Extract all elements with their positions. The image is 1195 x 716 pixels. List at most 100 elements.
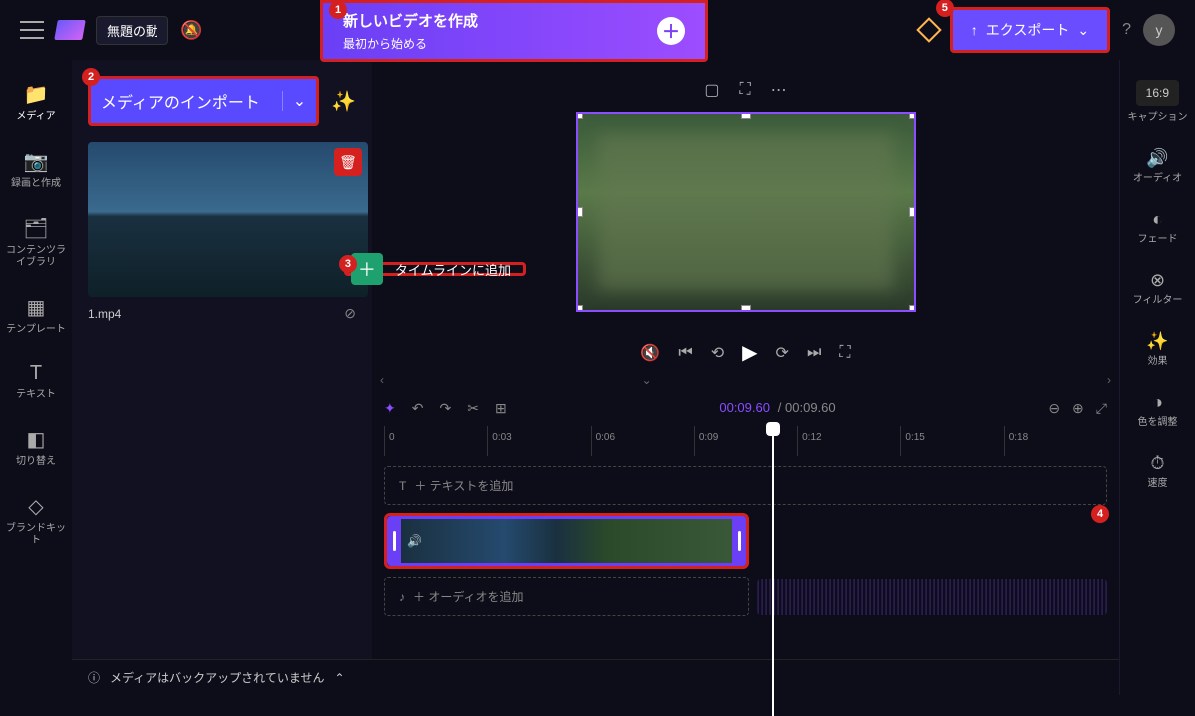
sidebar-label: テンプレート [6, 324, 66, 336]
annotation-4: 4 [1091, 505, 1109, 523]
chevron-down-icon: ⌄ [1077, 22, 1089, 39]
sidebar-item-media[interactable]: 📁メディア [0, 74, 72, 131]
resize-handle[interactable] [576, 112, 583, 119]
forward-5-icon[interactable]: ⟳ [776, 343, 789, 363]
zoom-in-icon[interactable]: ⊕ [1072, 400, 1084, 417]
undo-icon[interactable]: ↶ [412, 400, 424, 417]
export-button[interactable]: ↑ エクスポート ⌄ [950, 7, 1110, 53]
ruler-tick: 0 [384, 426, 487, 456]
sidebar-item-record[interactable]: 📷録画と作成 [0, 141, 72, 198]
fullscreen-icon[interactable]: ⛶ [839, 344, 850, 362]
premium-icon[interactable] [916, 17, 941, 42]
split-icon[interactable]: ✂ [467, 400, 479, 417]
resize-handle[interactable] [741, 305, 751, 312]
transitions-icon: ◧ [27, 427, 46, 452]
mute-icon[interactable]: 🔇 [640, 343, 660, 363]
help-icon[interactable]: ? [1122, 21, 1131, 39]
sidebar-label: 効果 [1148, 356, 1168, 368]
fit-icon[interactable]: ⛶ [735, 77, 754, 103]
resize-handle[interactable] [741, 112, 751, 119]
clip-trim-left[interactable] [387, 516, 401, 566]
sidebar-label: テキスト [16, 389, 56, 401]
play-button[interactable]: ▶ [742, 340, 757, 365]
sidebar-right: ㏄キャプション 🔊オーディオ ◐フェード ⊗フィルター ✨効果 ◑色を調整 ⏱速… [1119, 60, 1195, 695]
banner-plus-icon[interactable]: ＋ [657, 17, 685, 45]
sidebar-item-effects[interactable]: ✨効果 [1120, 323, 1195, 376]
text-icon: T [399, 479, 406, 493]
chevron-left-icon[interactable]: ‹ [380, 373, 384, 387]
magic-icon[interactable]: ✦ [384, 400, 396, 417]
audio-track-row: ♪ ＋ オーディオを追加 [384, 577, 1107, 616]
timeline-ruler[interactable]: 0 0:03 0:06 0:09 0:12 0:15 0:18 [372, 426, 1119, 456]
add-audio-track-button[interactable]: ♪ ＋ オーディオを追加 [384, 577, 749, 616]
user-avatar[interactable]: y [1143, 14, 1175, 46]
resize-handle[interactable] [576, 305, 583, 312]
prev-frame-icon[interactable]: ⏮ [678, 344, 692, 362]
ai-tools-icon[interactable]: ✨ [331, 89, 356, 114]
chevron-down-icon[interactable]: ⌄ [282, 91, 306, 111]
sidebar-item-transitions[interactable]: ◧ 切り替え [0, 419, 72, 476]
notifications-icon[interactable]: 🔕 [180, 20, 202, 41]
redo-icon[interactable]: ↷ [439, 400, 451, 417]
preview-canvas[interactable]: ↻ [576, 112, 916, 312]
ruler-tick: 0:12 [797, 426, 900, 456]
sidebar-item-templates[interactable]: ▦テンプレート [0, 287, 72, 344]
chevron-right-icon[interactable]: › [1107, 373, 1111, 387]
upload-icon: ↑ [971, 22, 978, 38]
sidebar-item-library[interactable]: 🗂コンテンツライブラリ [0, 208, 72, 277]
banner-title: 新しいビデオを作成 [343, 10, 478, 31]
aspect-ratio-badge[interactable]: 16:9 [1136, 80, 1179, 106]
sidebar-item-filters[interactable]: ⊗フィルター [1120, 262, 1195, 315]
next-frame-icon[interactable]: ⏭ [807, 344, 821, 362]
ruler-tick: 0:18 [1004, 426, 1107, 456]
add-clip-icon[interactable]: ⊞ [495, 400, 507, 417]
add-text-track-button[interactable]: T ＋ テキストを追加 [384, 466, 1107, 505]
create-video-banner[interactable]: 1 新しいビデオを作成 最初から始める ＋ [320, 0, 708, 62]
export-label: エクスポート [986, 20, 1070, 40]
timeline-time: 00:09.60 / 00:09.60 [719, 400, 835, 416]
resize-handle[interactable] [909, 207, 916, 217]
resize-handle[interactable] [576, 207, 583, 217]
more-icon[interactable]: ⋯ [767, 76, 791, 104]
music-icon: ♪ [399, 590, 405, 604]
add-text-label: ＋ テキストを追加 [414, 477, 513, 494]
import-media-button[interactable]: メディアのインポート ⌄ [88, 76, 319, 126]
folder-icon: 📁 [24, 82, 49, 107]
chevron-down-icon[interactable]: ⌄ [642, 373, 652, 387]
media-filename: 1.mp4 [88, 307, 121, 321]
sidebar-label: キャプション [1128, 112, 1188, 124]
check-icon: ⊘ [344, 305, 356, 322]
playhead[interactable] [772, 426, 774, 716]
menu-icon[interactable] [20, 21, 44, 39]
playback-controls: 🔇 ⏮ ⟲ ▶ ⟳ ⏭ ⛶ [640, 340, 850, 365]
sidebar-item-text[interactable]: Tテキスト [0, 354, 72, 409]
sidebar-label: 録画と作成 [11, 178, 61, 190]
media-thumbnail[interactable]: 🗑 3 ＋ タイムラインに追加 [88, 142, 368, 297]
sidebar-item-color[interactable]: ◑色を調整 [1120, 384, 1195, 437]
zoom-fit-icon[interactable]: ⤢ [1096, 400, 1107, 417]
resize-handle[interactable] [909, 112, 916, 119]
footer-bar: ⓘ メディアはバックアップされていません ⌃ [72, 659, 1119, 695]
app-logo[interactable] [54, 20, 86, 40]
video-clip[interactable]: 🔊 [384, 513, 749, 569]
project-title-input[interactable] [96, 16, 168, 45]
speed-icon: ⏱ [1150, 453, 1164, 474]
delete-media-button[interactable]: 🗑 [334, 148, 362, 176]
rewind-5-icon[interactable]: ⟲ [711, 343, 724, 363]
zoom-out-icon[interactable]: ⊖ [1048, 400, 1060, 417]
clip-body[interactable]: 🔊 [401, 516, 746, 566]
chevron-up-icon[interactable]: ⌃ [334, 671, 344, 685]
sidebar-item-fade[interactable]: ◐フェード [1120, 201, 1195, 254]
clip-trim-right[interactable] [732, 516, 746, 566]
media-panel: 2 メディアのインポート ⌄ ✨ 🗑 3 ＋ タイムラインに追加 1.mp4 ⊘ [72, 60, 372, 695]
sidebar-item-brandkit[interactable]: ◇ブランドキット [0, 486, 72, 555]
resize-handle[interactable] [909, 305, 916, 312]
speaker-icon: 🔊 [1146, 148, 1168, 169]
sidebar-item-speed[interactable]: ⏱ 速度 [1120, 445, 1195, 498]
sidebar-item-audio[interactable]: 🔊オーディオ [1120, 140, 1195, 193]
sidebar-label: フィルター [1133, 295, 1183, 307]
annotation-3: 3 [339, 255, 357, 273]
sidebar-label: 切り替え [16, 456, 56, 468]
crop-icon[interactable]: ▢ [700, 76, 723, 104]
sidebar-label: 速度 [1148, 478, 1168, 490]
